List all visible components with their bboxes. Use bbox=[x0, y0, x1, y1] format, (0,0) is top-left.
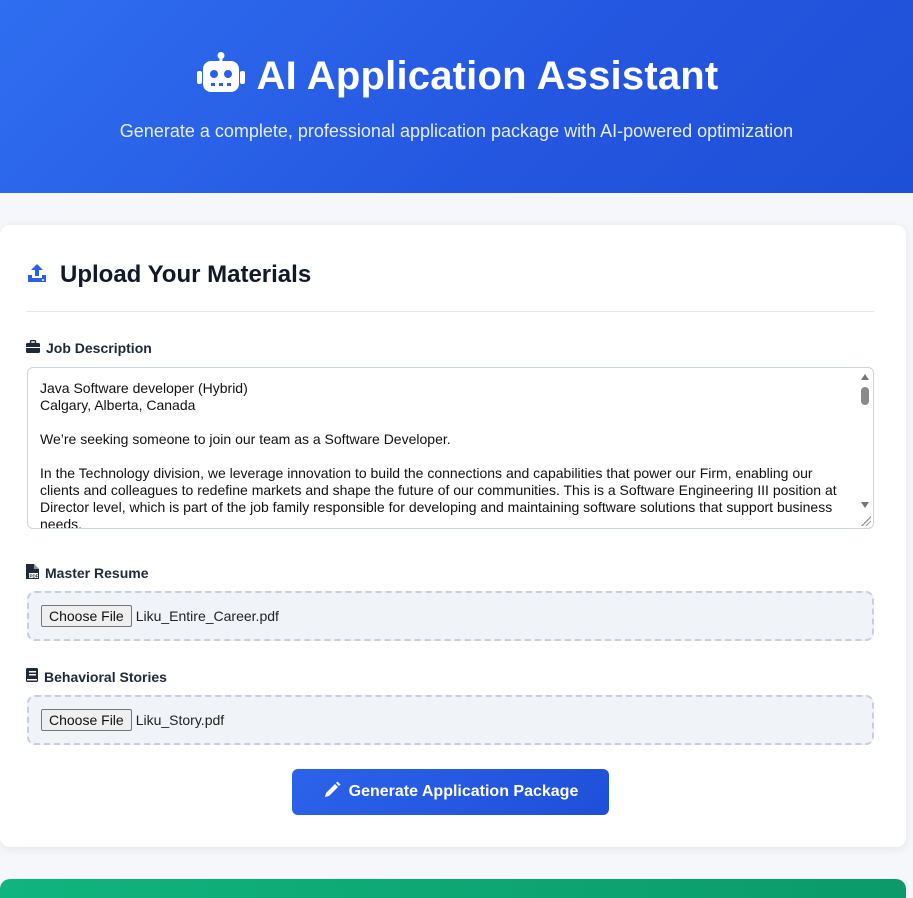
generate-application-package-button[interactable]: Generate Application Package bbox=[292, 769, 609, 815]
page-subtitle: Generate a complete, professional applic… bbox=[119, 121, 794, 141]
hero-title-row: AI Application Assistant bbox=[0, 52, 913, 101]
robot-icon bbox=[195, 52, 247, 101]
master-resume-label-text: Master Resume bbox=[45, 565, 149, 581]
scroll-down-icon[interactable] bbox=[861, 502, 869, 508]
generate-button-label: Generate Application Package bbox=[348, 783, 579, 800]
behavioral-stories-label: Behavioral Stories bbox=[26, 668, 167, 685]
resume-file-name: Liku_Entire_Career.pdf bbox=[135, 608, 279, 624]
resize-handle-icon[interactable] bbox=[861, 516, 871, 526]
scroll-up-icon[interactable] bbox=[861, 374, 869, 380]
upload-card: Upload Your Materials Job Description Ja… bbox=[0, 225, 906, 847]
results-panel-top bbox=[0, 879, 906, 898]
master-resume-label: PDF Master Resume bbox=[26, 564, 149, 582]
resume-choose-file-button[interactable]: Choose File bbox=[41, 605, 132, 627]
hero-header: AI Application Assistant Generate a comp… bbox=[0, 0, 913, 193]
resume-upload-dropzone[interactable]: Choose File Liku_Entire_Career.pdf bbox=[27, 591, 874, 641]
book-icon bbox=[26, 668, 38, 685]
stories-file-name: Liku_Story.pdf bbox=[135, 712, 225, 728]
job-description-textarea[interactable]: Java Software developer (Hybrid) Calgary… bbox=[27, 367, 874, 529]
job-description-text[interactable]: Java Software developer (Hybrid) Calgary… bbox=[40, 380, 845, 528]
behavioral-stories-label-text: Behavioral Stories bbox=[44, 668, 167, 685]
divider bbox=[26, 311, 874, 312]
scroll-thumb[interactable] bbox=[861, 387, 869, 405]
pencil-icon bbox=[323, 781, 341, 804]
job-description-label: Job Description bbox=[26, 339, 152, 356]
pdf-file-icon: PDF bbox=[26, 564, 39, 582]
upload-heading-text: Upload Your Materials bbox=[60, 261, 312, 288]
stories-choose-file-button[interactable]: Choose File bbox=[41, 709, 132, 731]
job-description-label-text: Job Description bbox=[46, 340, 152, 356]
stories-upload-dropzone[interactable]: Choose File Liku_Story.pdf bbox=[27, 695, 874, 745]
page-title: AI Application Assistant bbox=[256, 54, 719, 98]
upload-heading: Upload Your Materials bbox=[26, 261, 311, 289]
briefcase-icon bbox=[26, 339, 40, 356]
upload-icon bbox=[26, 262, 48, 289]
textarea-scrollbar[interactable] bbox=[858, 369, 872, 527]
svg-text:PDF: PDF bbox=[30, 574, 39, 579]
